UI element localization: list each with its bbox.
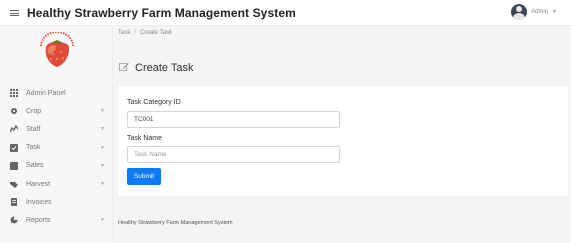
sidebar-item-staff[interactable]: Staff ▼ — [0, 120, 113, 138]
app-title: Healthy Strawberry Farm Management Syste… — [27, 6, 296, 20]
page-heading: Create Task — [119, 59, 194, 77]
sidebar-item-label: Reports — [26, 216, 51, 224]
avatar-icon[interactable] — [511, 4, 528, 20]
task-category-id-input[interactable] — [127, 111, 340, 128]
breadcrumb-item-task[interactable]: Task — [118, 30, 130, 36]
gear-icon — [10, 107, 18, 115]
breadcrumb-item-create-task: Create Task — [140, 30, 172, 36]
sidebar-item-label: Crop — [26, 107, 42, 115]
strawberry-logo[interactable] — [35, 31, 79, 70]
chevron-down-icon: ▼ — [100, 181, 105, 188]
sidebar-item-invoices[interactable]: Invoices — [0, 193, 113, 211]
main-content: Task / Create Task Create Task Task Cate… — [113, 26, 571, 243]
harvest-icon — [10, 180, 18, 189]
sidebar-menu: Admin Panel Crop ▼ Staff ▼ Task ▼ Sales … — [0, 84, 113, 230]
sidebar-item-task[interactable]: Task ▼ — [0, 139, 113, 157]
task-category-id-label: Task Category ID — [127, 99, 181, 106]
chevron-down-icon: ▼ — [100, 217, 105, 224]
chevron-down-icon: ▼ — [100, 162, 105, 169]
hamburger-icon[interactable] — [10, 10, 19, 16]
sidebar-item-label: Staff — [26, 125, 41, 133]
edit-icon — [119, 59, 129, 77]
submit-button[interactable]: Submit — [127, 168, 161, 185]
reports-icon — [10, 216, 18, 224]
sidebar-item-admin-panel[interactable]: Admin Panel — [0, 84, 113, 102]
sidebar-item-harvest[interactable]: Harvest ▼ — [0, 175, 113, 193]
chevron-down-icon: ▼ — [100, 108, 105, 115]
footer-text: Healthy Strawberry Farm Management Syste… — [118, 220, 233, 226]
grid-icon — [10, 89, 18, 98]
sidebar-item-label: Admin Panel — [26, 89, 66, 97]
sidebar-item-crop[interactable]: Crop ▼ — [0, 102, 113, 120]
user-menu[interactable]: Admin ▼ — [511, 4, 557, 20]
user-name[interactable]: Admin — [531, 9, 548, 15]
chevron-down-icon[interactable]: ▼ — [552, 9, 557, 15]
sidebar: Admin Panel Crop ▼ Staff ▼ Task ▼ Sales … — [0, 26, 113, 243]
breadcrumb: Task / Create Task — [118, 30, 172, 36]
sidebar-item-label: Sales — [26, 162, 44, 170]
invoice-icon — [10, 198, 18, 207]
breadcrumb-separator: / — [134, 30, 137, 36]
staff-icon — [10, 125, 18, 133]
task-name-label: Task Name — [127, 135, 163, 142]
task-name-input[interactable] — [127, 146, 340, 163]
task-icon — [10, 143, 18, 152]
sidebar-item-label: Task — [26, 144, 41, 152]
sidebar-item-label: Invoices — [26, 198, 52, 206]
sidebar-item-reports[interactable]: Reports ▼ — [0, 211, 113, 229]
page-title: Create Task — [135, 62, 194, 74]
chevron-down-icon: ▼ — [100, 144, 105, 151]
create-task-form: Task Category ID Task Name Submit — [118, 86, 568, 196]
sales-icon — [10, 161, 18, 170]
top-bar: Healthy Strawberry Farm Management Syste… — [0, 0, 571, 26]
sidebar-item-label: Harvest — [26, 180, 51, 188]
chevron-down-icon: ▼ — [100, 126, 105, 133]
sidebar-item-sales[interactable]: Sales ▼ — [0, 157, 113, 175]
